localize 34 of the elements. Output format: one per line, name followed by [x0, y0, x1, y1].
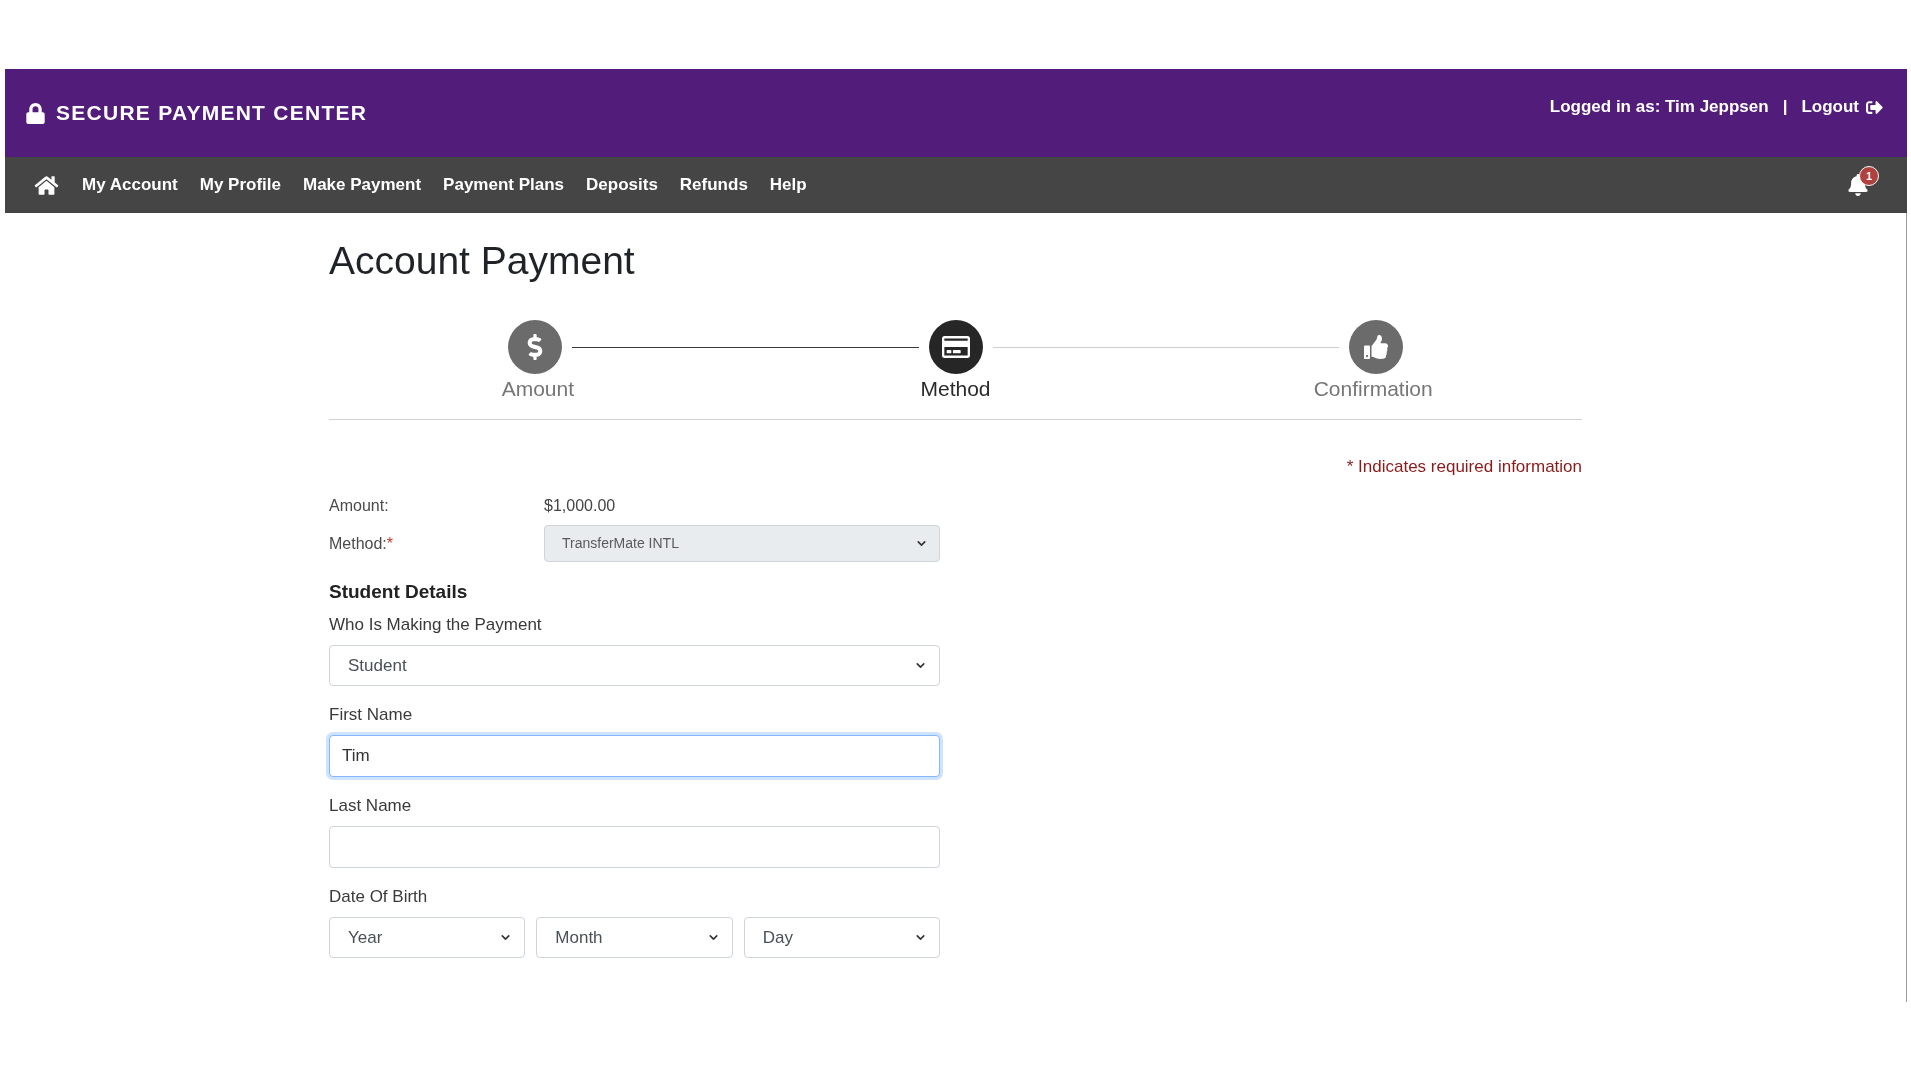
- nav-link[interactable]: Payment Plans: [443, 173, 565, 197]
- user-status-text: Logged in as: Tim Jeppsen: [1549, 96, 1769, 118]
- nav-link[interactable]: Help: [769, 173, 807, 197]
- logout-link[interactable]: Logout: [1801, 95, 1883, 119]
- date-dropdown[interactable]: Day: [743, 917, 940, 958]
- nav-link[interactable]: Make Payment: [302, 173, 422, 197]
- text-input[interactable]: Tim: [329, 735, 940, 777]
- brand-title: SECURE PAYMENT CENTER: [56, 100, 368, 126]
- step-label: Amount: [501, 376, 574, 402]
- home-icon[interactable]: [34, 174, 59, 196]
- dropdown[interactable]: Student: [329, 645, 940, 686]
- amount-value: $1,000.00: [544, 496, 616, 516]
- nav-link[interactable]: My Profile: [199, 173, 281, 197]
- nav-link[interactable]: Refunds: [679, 173, 748, 197]
- field-label: First Name: [329, 704, 414, 726]
- step-label: Method: [920, 376, 991, 402]
- field-label: Amount:: [329, 496, 390, 516]
- text-input[interactable]: [329, 826, 940, 868]
- field-label: Date Of Birth: [329, 886, 429, 908]
- required-note: * Indicates required information: [1346, 456, 1582, 478]
- step-label: Confirmation: [1313, 376, 1433, 402]
- page-title: Account Payment: [329, 238, 636, 284]
- date-dropdown[interactable]: Month: [536, 917, 733, 958]
- field-label: Who Is Making the Payment: [329, 614, 543, 636]
- nav-link[interactable]: Deposits: [586, 173, 658, 197]
- date-dropdown[interactable]: Year: [329, 917, 526, 958]
- notification-count: 1: [1859, 166, 1879, 186]
- section-heading: Student Details: [329, 580, 469, 604]
- field-label: Last Name: [329, 795, 413, 817]
- header-separator: |: [1782, 96, 1788, 118]
- field-label: Method:*: [329, 533, 395, 554]
- nav-link[interactable]: My Account: [82, 173, 178, 197]
- logout-icon: [1866, 98, 1883, 116]
- lock-icon: [25, 102, 46, 124]
